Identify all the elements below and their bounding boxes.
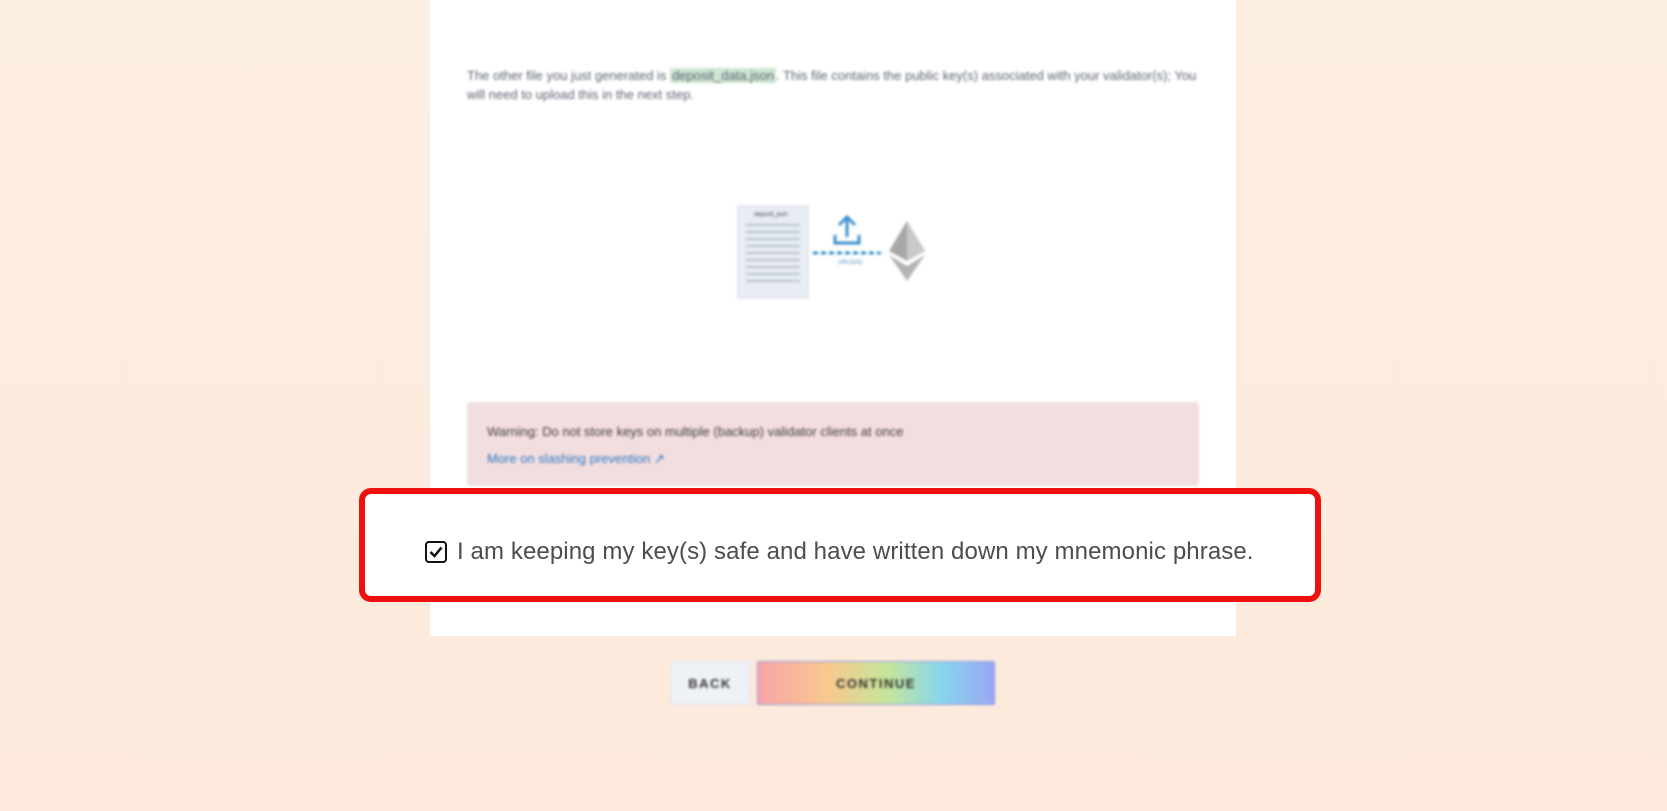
ethereum-icon — [889, 221, 925, 281]
upload-icon — [813, 214, 881, 255]
warning-box: Warning: Do not store keys on multiple (… — [467, 402, 1199, 486]
file-icon: deposit_json — [737, 205, 809, 299]
checkmark-icon — [429, 546, 443, 558]
confirmation-highlight: I am keeping my key(s) safe and have wri… — [359, 488, 1321, 602]
confirmation-row[interactable]: I am keeping my key(s) safe and have wri… — [425, 538, 1254, 566]
info-paragraph: The other file you just generated is dep… — [467, 66, 1197, 104]
upload-label: UPLOAD — [838, 260, 863, 266]
back-button[interactable]: BACK — [670, 661, 750, 705]
confirm-checkbox[interactable] — [425, 541, 447, 563]
continue-button[interactable]: CONTINUE — [757, 661, 995, 705]
confirm-label[interactable]: I am keeping my key(s) safe and have wri… — [457, 538, 1254, 566]
upload-illustration: deposit_json UPLOAD — [737, 205, 927, 300]
info-text-before: The other file you just generated is — [467, 68, 671, 83]
warning-text: Warning: Do not store keys on multiple (… — [487, 424, 904, 439]
slashing-prevention-link[interactable]: More on slashing prevention ↗ — [487, 451, 665, 467]
deposit-data-filename: deposit_data.json — [670, 68, 776, 83]
doc-title: deposit_json — [754, 212, 788, 218]
